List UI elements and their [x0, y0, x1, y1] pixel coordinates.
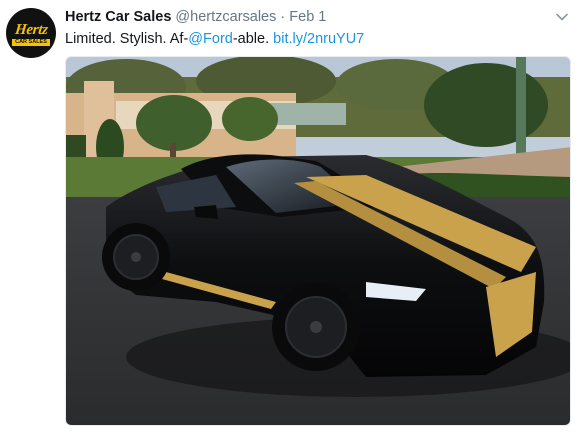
- author-handle[interactable]: @hertzcarsales: [175, 9, 276, 25]
- tweet-text-middle: -able.: [232, 31, 274, 47]
- url-link[interactable]: bit.ly/2nruYU7: [273, 31, 364, 47]
- avatar[interactable]: Hertz CAR SALES: [6, 8, 56, 58]
- tweet[interactable]: Hertz CAR SALES Hertz Car Sales @hertzca…: [0, 0, 583, 438]
- tweet-text: Limited. Stylish. Af-@Ford-able. bit.ly/…: [65, 30, 364, 48]
- tweet-date[interactable]: Feb 1: [289, 9, 326, 25]
- tweet-photo[interactable]: [65, 56, 571, 426]
- avatar-logo-text: Hertz: [13, 21, 49, 38]
- tweet-header: Hertz Car Sales @hertzcarsales · Feb 1: [65, 8, 326, 26]
- author-name[interactable]: Hertz Car Sales: [65, 9, 171, 25]
- separator: ·: [280, 9, 286, 25]
- avatar-logo-subtext: CAR SALES: [12, 38, 50, 46]
- chevron-down-icon[interactable]: [555, 10, 569, 24]
- tweet-text-prefix: Limited. Stylish. Af-: [65, 31, 189, 47]
- mention-link[interactable]: @Ford: [188, 31, 233, 47]
